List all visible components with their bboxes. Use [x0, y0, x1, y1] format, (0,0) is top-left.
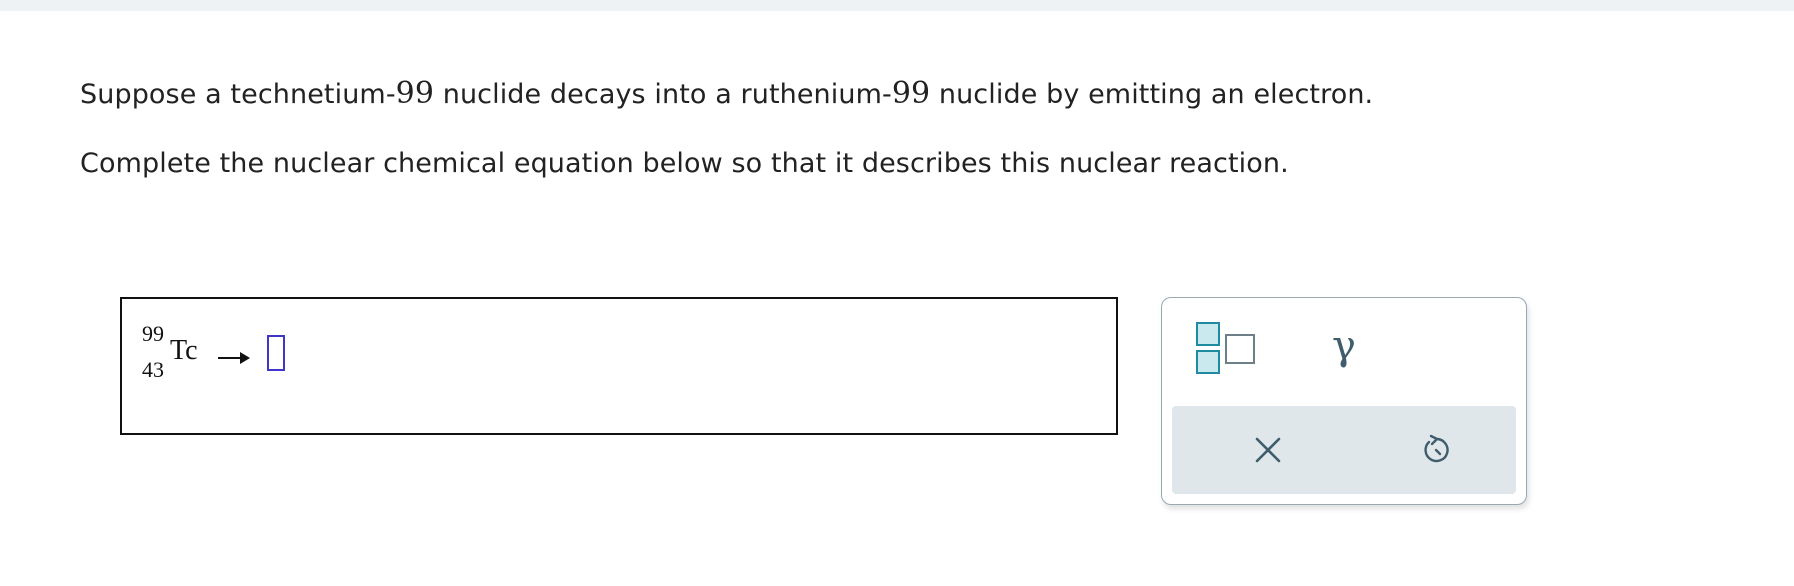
equation-answer-box[interactable]: 99 43 Tc [120, 297, 1118, 435]
reaction-arrow [218, 352, 250, 364]
undo-icon [1424, 434, 1449, 463]
question-text-1a: Suppose a technetium- [80, 79, 396, 110]
superscript-subscript-button[interactable] [1196, 322, 1262, 382]
close-icon [1255, 437, 1281, 463]
clear-button[interactable] [1242, 424, 1294, 476]
mass-number-ruthenium: 99 [891, 76, 931, 111]
question-text-1b: nuclide decays into a ruthenium- [434, 79, 892, 110]
undo-button[interactable] [1410, 424, 1462, 476]
math-tool-palette: γ [1161, 297, 1527, 505]
question-line-2: Complete the nuclear chemical equation b… [80, 148, 1289, 179]
mass-number-technetium: 99 [395, 76, 435, 111]
gamma-button[interactable]: γ [1322, 324, 1366, 372]
action-bar [1172, 406, 1516, 494]
answer-input-slot[interactable] [267, 335, 285, 371]
gamma-icon: γ [1332, 323, 1356, 369]
nuclide-mass-number: 99 [142, 321, 164, 346]
nuclide-symbol: Tc [170, 335, 198, 366]
superscript-box [1196, 322, 1220, 346]
question-text-1c: nuclide by emitting an electron. [930, 79, 1374, 110]
base-box [1225, 334, 1255, 364]
nuclide-atomic-number: 43 [142, 357, 164, 382]
top-strip [0, 0, 1794, 11]
question-line-1: Suppose a technetium-99 nuclide decays i… [80, 76, 1373, 111]
subscript-box [1196, 350, 1220, 374]
